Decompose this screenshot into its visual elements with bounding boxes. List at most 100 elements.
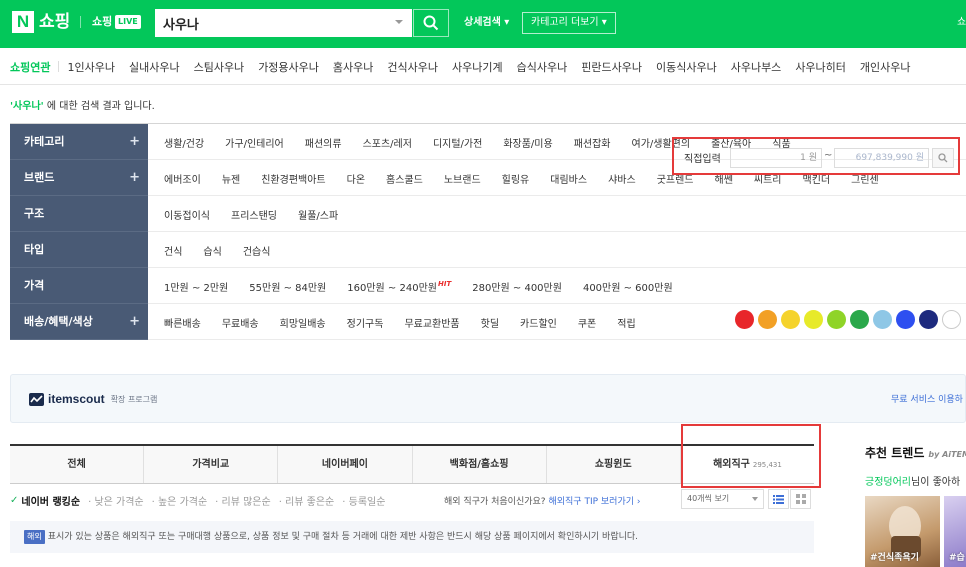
filter-option[interactable]: 친환경편백아트	[261, 171, 325, 186]
filter-option[interactable]: 280만원 ~ 400만원	[472, 279, 562, 294]
filter-option[interactable]: 55만원 ~ 84만원	[249, 279, 326, 294]
filter-option[interactable]: 건식	[164, 243, 182, 258]
live-badge[interactable]: LIVE	[115, 15, 141, 29]
filter-option[interactable]: 무료교환반품	[404, 315, 459, 330]
sort-option-active[interactable]: 네이버 랭킹순	[21, 493, 80, 508]
filter-option[interactable]: 대림바스	[550, 171, 587, 186]
price-min-input[interactable]: 1 원	[730, 148, 822, 168]
header-right-cut[interactable]: 쇼	[957, 12, 966, 34]
filter-option[interactable]: 프리스탠딩	[231, 207, 277, 222]
sort-option[interactable]: · 높은 가격순	[152, 493, 208, 508]
filter-option[interactable]: 160만원 ~ 240만원HIT	[347, 279, 451, 293]
tab-price-compare[interactable]: 가격비교	[144, 446, 279, 483]
related-item[interactable]: 사우나히터	[795, 59, 846, 75]
filter-label[interactable]: 브랜드 +	[10, 160, 148, 196]
itemscout-name[interactable]: itemscout	[48, 392, 105, 406]
filter-option[interactable]: 희망일배송	[280, 315, 326, 330]
grid-view-button[interactable]	[790, 489, 811, 509]
price-max-input[interactable]: 697,839,990 원	[834, 148, 929, 168]
filter-option[interactable]: 패션잡화	[574, 135, 611, 150]
expand-plus-icon[interactable]: +	[129, 160, 140, 196]
color-swatch[interactable]	[758, 310, 777, 329]
related-item[interactable]: 개인사우나	[860, 59, 911, 75]
related-item[interactable]: 사우나기계	[452, 59, 503, 75]
filter-option[interactable]: 스포츠/레저	[363, 135, 412, 150]
related-item[interactable]: 이동식사우나	[656, 59, 717, 75]
sort-option[interactable]: · 등록일순	[342, 493, 385, 508]
filter-label[interactable]: 가격	[10, 268, 148, 304]
related-item[interactable]: 홈사우나	[333, 59, 373, 75]
filter-option[interactable]: 다온	[347, 171, 365, 186]
search-button[interactable]	[413, 9, 449, 37]
filter-option[interactable]: 이동접이식	[164, 207, 210, 222]
shopping-logo-text[interactable]: 쇼핑	[39, 11, 70, 33]
color-swatch[interactable]	[781, 310, 800, 329]
search-input[interactable]	[156, 10, 376, 36]
filter-option[interactable]: 습식	[203, 243, 221, 258]
filter-option[interactable]: 건습식	[243, 243, 271, 258]
filter-option[interactable]: 생활/건강	[164, 135, 204, 150]
shopping-live-label[interactable]: 쇼핑	[92, 15, 112, 29]
filter-option[interactable]: 1만원 ~ 2만원	[164, 279, 228, 294]
tab-department[interactable]: 백화점/홈쇼핑	[412, 446, 547, 483]
related-item[interactable]: 핀란드사우나	[581, 59, 642, 75]
filter-option[interactable]: 화장품/미용	[503, 135, 552, 150]
filter-option[interactable]: 가구/인테리어	[225, 135, 284, 150]
related-item[interactable]: 가정용사우나	[258, 59, 319, 75]
color-swatch[interactable]	[735, 310, 754, 329]
trend-tile[interactable]: #습	[944, 496, 966, 567]
filter-option[interactable]: 노브랜드	[444, 171, 481, 186]
tab-naverpay[interactable]: 네이버페이	[278, 446, 413, 483]
filter-option[interactable]: 힐링유	[502, 171, 530, 186]
tab-window[interactable]: 쇼핑윈도	[546, 446, 681, 483]
filter-option[interactable]: 디지털/가전	[433, 135, 482, 150]
expand-plus-icon[interactable]: +	[129, 304, 140, 340]
tip-link[interactable]: 해외직구 TIP 보러가기 ›	[548, 497, 640, 507]
related-item[interactable]: 1인사우나	[67, 59, 114, 75]
filter-option[interactable]: 월풀/스파	[298, 207, 338, 222]
related-item[interactable]: 사우나부스	[731, 59, 782, 75]
expand-plus-icon[interactable]: +	[129, 124, 140, 160]
naver-logo-icon[interactable]: N	[12, 11, 34, 33]
free-service-link[interactable]: 무료 서비스 이용하	[891, 392, 963, 405]
filter-option[interactable]: 정기구독	[347, 315, 384, 330]
filter-option[interactable]: 400만원 ~ 600만원	[583, 279, 673, 294]
filter-option[interactable]: 핫딜	[481, 315, 499, 330]
related-item[interactable]: 습식사우나	[517, 59, 568, 75]
filter-label[interactable]: 구조	[10, 196, 148, 232]
filter-label[interactable]: 타입	[10, 232, 148, 268]
filter-option[interactable]: 무료배송	[222, 315, 259, 330]
related-item[interactable]: 건식사우나	[387, 59, 438, 75]
detail-search-link[interactable]: 상세검색 ▾	[464, 12, 509, 34]
color-swatch[interactable]	[827, 310, 846, 329]
filter-option[interactable]: 샤바스	[608, 171, 636, 186]
per-page-select[interactable]: 40개씩 보기	[681, 489, 764, 509]
related-item[interactable]: 스팀사우나	[194, 59, 245, 75]
filter-option[interactable]: 적립	[617, 315, 635, 330]
price-search-button[interactable]	[932, 148, 954, 168]
filter-option[interactable]: 패션의류	[305, 135, 342, 150]
search-dropdown-icon[interactable]	[395, 20, 403, 24]
tab-all[interactable]: 전체	[10, 446, 145, 483]
color-swatch[interactable]	[804, 310, 823, 329]
sort-option[interactable]: · 낮은 가격순	[88, 493, 144, 508]
color-swatch[interactable]	[942, 310, 961, 329]
sort-option[interactable]: · 리뷰 많은순	[215, 493, 271, 508]
related-item[interactable]: 실내사우나	[129, 59, 180, 75]
filter-label[interactable]: 배송/혜택/색상 +	[10, 304, 148, 340]
filter-option[interactable]: 카드할인	[520, 315, 557, 330]
color-swatch[interactable]	[896, 310, 915, 329]
sort-option[interactable]: · 리뷰 좋은순	[279, 493, 335, 508]
filter-option[interactable]: 뉴젠	[222, 171, 240, 186]
filter-option[interactable]: 에버조이	[164, 171, 201, 186]
filter-option[interactable]: 빠른배송	[164, 315, 201, 330]
color-swatch[interactable]	[919, 310, 938, 329]
filter-label[interactable]: 카테고리 +	[10, 124, 148, 160]
category-more-button[interactable]: 카테고리 더보기 ▾	[522, 12, 616, 34]
color-swatch[interactable]	[850, 310, 869, 329]
trend-tile[interactable]: #건식족욕기	[865, 496, 940, 567]
color-swatch[interactable]	[873, 310, 892, 329]
filter-option[interactable]: 홈스쿨드	[386, 171, 423, 186]
filter-option[interactable]: 쿠폰	[578, 315, 596, 330]
list-view-button[interactable]	[768, 489, 789, 509]
